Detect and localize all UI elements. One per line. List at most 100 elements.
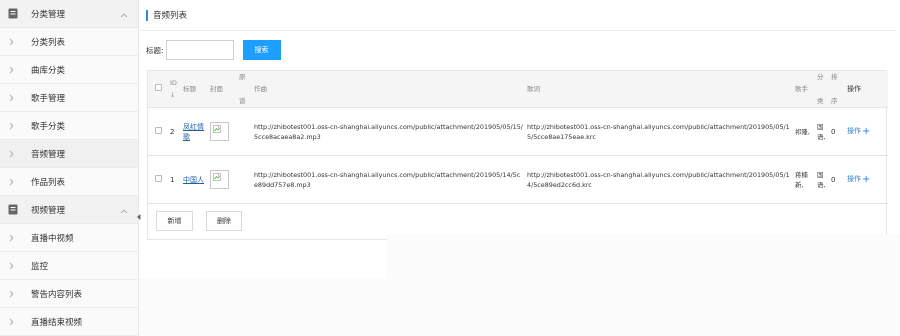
chevron-right-icon [9,150,14,158]
chevron-right-icon [9,178,14,186]
cover-image[interactable] [210,122,229,141]
row-checkbox[interactable] [155,174,162,182]
header-sort-line2: 序 [831,97,838,105]
header-sort-line1: 排 [831,73,838,81]
sidebar-item-label: 歌手分类 [31,121,66,132]
select-all-cell[interactable] [148,71,168,108]
sidebar-group-label: 视频管理 [31,205,66,216]
delete-button[interactable]: 删除 [206,211,242,231]
chevron-up-icon [120,207,128,213]
sidebar-item-label: 直播中视频 [31,233,74,244]
row-checkbox[interactable] [155,126,162,134]
row-lyrics-url: http://zhibotest001.oss-cn-shanghai.aliy… [525,107,793,156]
chevron-right-icon [9,262,14,270]
title-accent-bar [146,9,148,21]
select-all-checkbox[interactable] [155,84,162,91]
sort-arrow-icon: ↓ [170,91,176,99]
table-row: 1 中国人 http://zhibotest001.oss-cn-shangha… [148,155,888,204]
document-icon [8,8,18,19]
sidebar-item-monitor[interactable]: 监控 [0,252,138,280]
row-id: 2 [168,107,181,156]
row-category: 国语, [815,155,829,204]
plus-icon: + [862,126,871,137]
header-singer: 歌手 [793,71,815,108]
header-origin-line1: 原 [239,73,246,81]
sidebar-item-works-list[interactable]: 作品列表 [0,168,138,196]
search-button[interactable]: 搜索 [242,40,281,60]
sidebar-item-singer-management[interactable]: 歌手管理 [0,84,138,112]
row-op-cell: 操作+ [845,107,888,156]
sidebar-item-singer-category[interactable]: 歌手分类 [0,112,138,140]
main-content: 音频列表 标题: 搜索 ID ↓ 标题 封面 原 谱 作曲 歌词 歌手 分 类 … [140,0,900,336]
sidebar-item-audio-management[interactable]: 音频管理 [0,140,138,168]
sidebar-item-label: 音频管理 [31,149,66,160]
row-category: 国语, [815,107,829,156]
sidebar-item-library-category[interactable]: 曲库分类 [0,56,138,84]
row-select-cell[interactable] [148,155,168,204]
plus-icon: + [862,174,871,185]
row-origin [237,107,252,156]
row-title-cell: 中国人 [181,155,208,204]
sidebar-item-live-video[interactable]: 直播中视频 [0,224,138,252]
row-select-cell[interactable] [148,107,168,156]
header-id[interactable]: ID ↓ [168,71,181,108]
sidebar-item-label: 监控 [31,261,49,272]
audio-table: ID ↓ 标题 封面 原谱 作曲 歌词 歌手 分类 排序 操作 2 凤红情歌 h… [147,70,888,240]
sidebar-item-ended-video[interactable]: 直播结束视频 [0,308,138,336]
chevron-right-icon [9,122,14,130]
table-actions: 新增 删除 [148,204,886,239]
row-op-label: 操作 [847,127,861,135]
row-title-cell: 凤红情歌 [181,107,208,156]
sidebar-item-label: 分类列表 [31,37,66,48]
row-composer-url: http://zhibotest001.oss-cn-shanghai.aliy… [252,155,525,204]
chevron-right-icon [9,38,14,46]
table-header-row: ID ↓ 标题 封面 原谱 作曲 歌词 歌手 分类 排序 操作 [148,71,888,108]
row-sort: 0 [829,155,845,204]
sidebar-group-video[interactable]: 视频管理 [0,196,138,224]
sidebar-item-label: 直播结束视频 [31,317,83,328]
row-op-label: 操作 [847,175,861,183]
broken-image-icon [213,125,221,133]
chevron-right-icon [9,94,14,102]
sidebar-item-label: 作品列表 [31,177,66,188]
page-title: 音频列表 [153,11,188,21]
table-row: 2 凤红情歌 http://zhibotest001.oss-cn-shangh… [148,107,888,156]
sidebar-item-warning-list[interactable]: 警告内容列表 [0,280,138,308]
add-button[interactable]: 新增 [156,211,193,231]
search-label: 标题: [146,45,164,55]
row-title-link[interactable]: 中国人 [183,176,204,184]
header-origin-line2: 谱 [239,97,246,105]
row-lyrics-url: http://zhibotest001.oss-cn-shanghai.aliy… [525,155,793,204]
row-singer: 蒋楠新, [793,155,815,204]
header-cover: 封面 [208,71,237,108]
header-op: 操作 [845,71,888,108]
row-title-link[interactable]: 凤红情歌 [183,123,204,141]
chevron-right-icon [9,290,14,298]
background-panel-left [140,278,387,336]
sidebar-item-label: 警告内容列表 [31,289,83,300]
header-origin: 原谱 [237,71,252,108]
header-composer: 作曲 [252,71,525,108]
row-op-link[interactable]: 操作+ [847,126,871,137]
row-composer-url: http://zhibotest001.oss-cn-shanghai.aliy… [252,107,525,156]
header-title: 标题 [181,71,208,108]
row-op-link[interactable]: 操作+ [847,174,871,185]
row-singer: 祁隆, [793,107,815,156]
sidebar-group-category[interactable]: 分类管理 [0,0,138,28]
row-origin [237,155,252,204]
header-id-label: ID [170,79,177,87]
row-sort: 0 [829,107,845,156]
sidebar-group-label: 分类管理 [31,9,66,20]
row-cover-cell [208,107,237,156]
sidebar-item-label: 曲库分类 [31,65,66,76]
chevron-up-icon [120,11,128,17]
sidebar-item-category-list[interactable]: 分类列表 [0,28,138,56]
header-category-line2: 类 [817,97,824,105]
page-header: 音频列表 [140,0,896,31]
chevron-right-icon [9,66,14,74]
cover-image[interactable] [210,170,229,189]
document-icon [8,204,18,215]
row-cover-cell [208,155,237,204]
search-bar: 标题: 搜索 [146,40,281,60]
title-search-input[interactable] [165,40,234,60]
